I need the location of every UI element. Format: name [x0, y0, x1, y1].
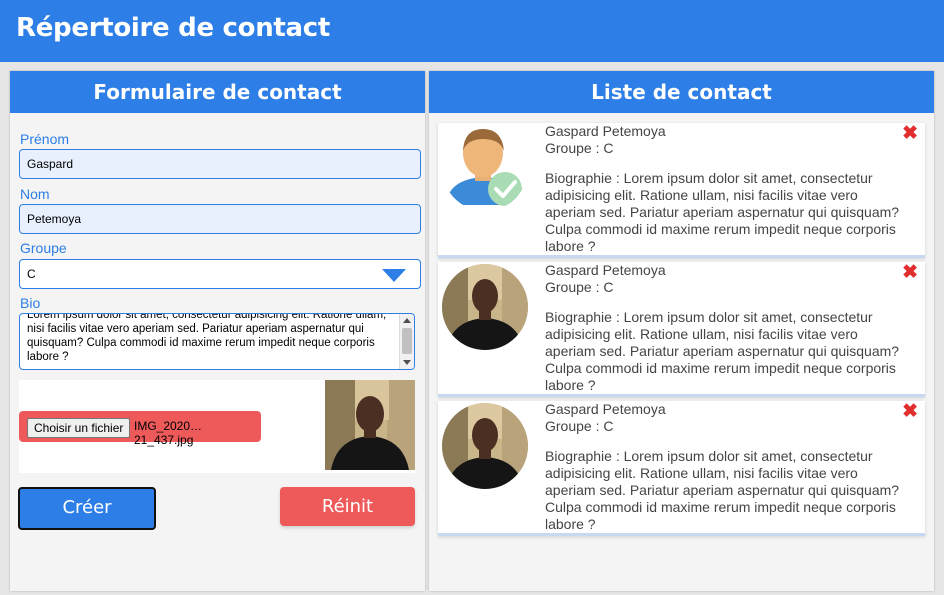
photo-upload-area: Choisir un fichier IMG_2020…21_437.jpg: [19, 380, 415, 473]
group-select-value: C: [27, 267, 36, 281]
contact-card: Gaspard Petemoya Groupe : C Biographie :…: [438, 123, 925, 258]
person-photo: [442, 264, 528, 350]
contact-group: Groupe : C: [545, 418, 614, 434]
close-icon[interactable]: ✖: [902, 263, 918, 282]
avatar: [442, 403, 528, 489]
contact-bio: Biographie : Lorem ipsum dolor sit amet,…: [545, 170, 900, 254]
contact-form-panel: Formulaire de contact Prénom Gaspard Nom…: [10, 71, 425, 591]
bio-scrollbar[interactable]: [399, 314, 414, 369]
file-name: IMG_2020…21_437.jpg: [134, 419, 203, 447]
contact-bio: Biographie : Lorem ipsum dolor sit amet,…: [545, 309, 900, 393]
bio-label: Bio: [20, 295, 41, 311]
app-title: Répertoire de contact: [16, 13, 331, 43]
close-icon[interactable]: ✖: [902, 124, 918, 143]
close-icon[interactable]: ✖: [902, 402, 918, 421]
contact-name: Gaspard Petemoya: [545, 262, 666, 278]
contact-card: Gaspard Petemoya Groupe : C Biographie :…: [438, 401, 925, 536]
chevron-down-icon[interactable]: [382, 269, 406, 282]
contact-name: Gaspard Petemoya: [545, 401, 666, 417]
scroll-up-arrow-icon[interactable]: [403, 318, 411, 323]
scroll-thumb[interactable]: [402, 328, 412, 354]
lastname-input[interactable]: Petemoya: [19, 204, 421, 234]
choose-file-button[interactable]: Choisir un fichier: [27, 418, 131, 438]
reset-button[interactable]: Réinit: [280, 487, 415, 526]
form-heading: Formulaire de contact: [10, 71, 425, 113]
contact-group: Groupe : C: [545, 279, 614, 295]
group-select[interactable]: C: [19, 259, 421, 289]
contact-list-panel: Liste de contact Gaspard Petemoya Groupe…: [429, 71, 934, 591]
lastname-label: Nom: [20, 186, 50, 202]
contact-name: Gaspard Petemoya: [545, 123, 666, 139]
contact-group: Groupe : C: [545, 140, 614, 156]
avatar: [442, 264, 528, 350]
avatar: [442, 125, 528, 211]
person-photo: [325, 380, 415, 470]
contact-bio: Biographie : Lorem ipsum dolor sit amet,…: [545, 448, 900, 532]
list-heading: Liste de contact: [429, 71, 934, 113]
bio-textarea-text: Lorem ipsum dolor sit amet, consectetur …: [27, 313, 387, 363]
file-input[interactable]: Choisir un fichier IMG_2020…21_437.jpg: [19, 411, 261, 447]
scroll-down-arrow-icon[interactable]: [403, 360, 411, 365]
firstname-input[interactable]: Gaspard: [19, 149, 421, 179]
bio-textarea[interactable]: Lorem ipsum dolor sit amet, consectetur …: [19, 313, 415, 370]
app-header: Répertoire de contact: [0, 0, 944, 62]
photo-preview: [325, 380, 415, 470]
contact-card: Gaspard Petemoya Groupe : C Biographie :…: [438, 262, 925, 397]
person-photo: [442, 403, 528, 489]
group-label: Groupe: [20, 240, 67, 256]
firstname-label: Prénom: [20, 131, 70, 147]
create-button[interactable]: Créer: [18, 487, 156, 530]
default-user-icon: [446, 129, 522, 206]
